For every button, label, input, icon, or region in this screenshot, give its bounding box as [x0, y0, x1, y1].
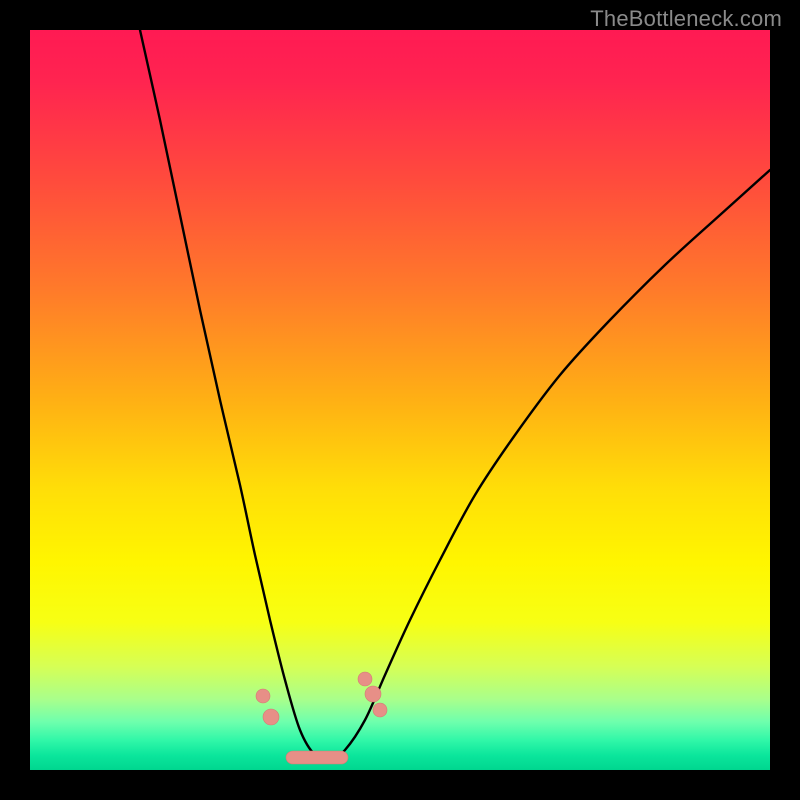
marker-left-0: [256, 689, 270, 703]
marker-left-1: [263, 709, 279, 725]
marker-bottom-bar: [286, 751, 348, 764]
bottleneck-curve: [140, 30, 770, 760]
marker-right-2: [373, 703, 387, 717]
marker-right-1: [365, 686, 381, 702]
plot-frame: [30, 30, 770, 770]
watermark-text: TheBottleneck.com: [590, 6, 782, 32]
marker-right-0: [358, 672, 372, 686]
curve-layer: [30, 30, 770, 770]
